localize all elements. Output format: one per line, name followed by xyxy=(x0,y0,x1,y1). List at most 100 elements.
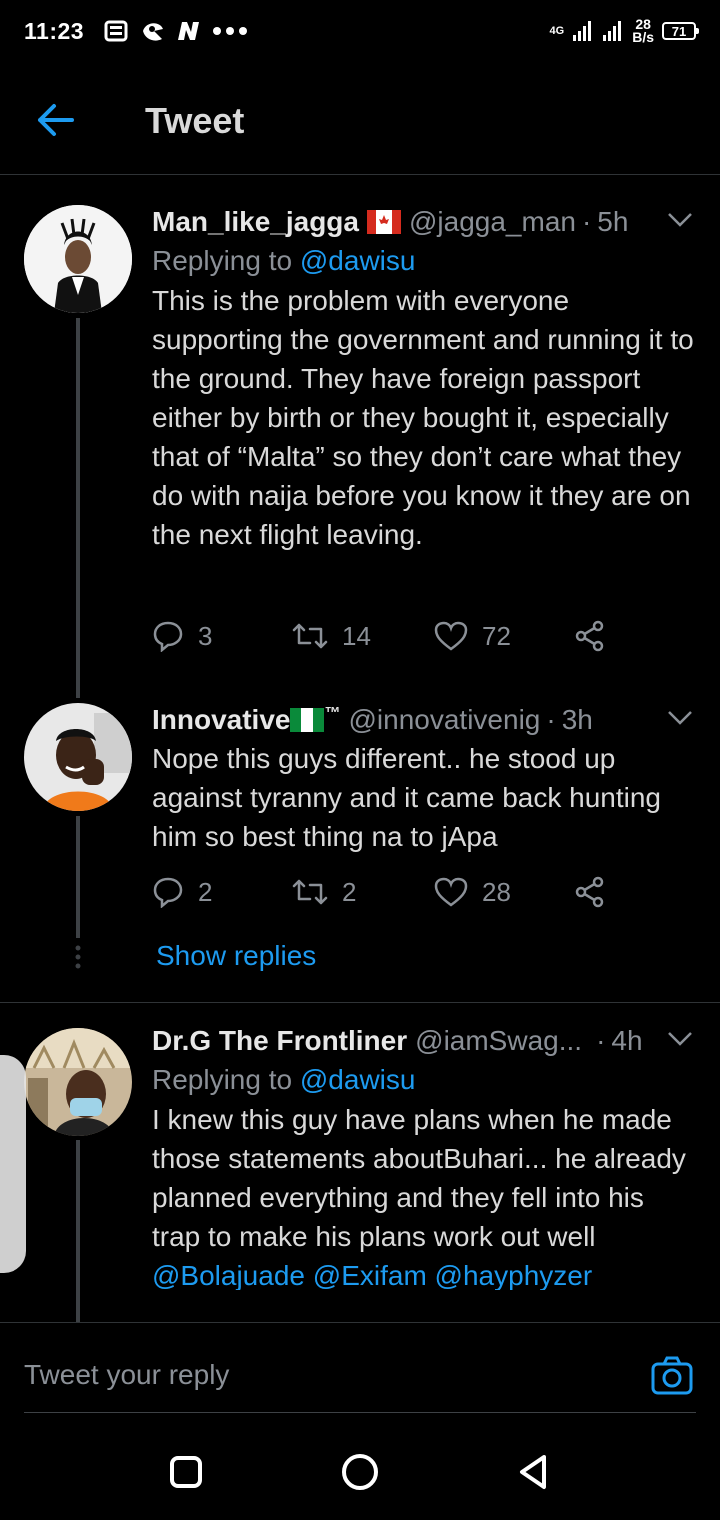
user-handle: @innovativenig xyxy=(348,704,541,735)
more-notifications-icon xyxy=(213,27,248,35)
separator-dot: · xyxy=(581,206,592,237)
user-name[interactable]: Innovative xyxy=(152,704,290,736)
tweet-time: 3h xyxy=(561,704,593,735)
separator-dot: · xyxy=(546,704,556,735)
heart-icon xyxy=(434,877,468,907)
app-header: Tweet xyxy=(0,62,720,175)
reply-count: 2 xyxy=(198,876,213,907)
n-logo-icon xyxy=(178,22,200,40)
thread-continuation-dots xyxy=(74,945,82,976)
home-icon[interactable] xyxy=(340,1452,380,1492)
retweet-icon xyxy=(292,879,328,905)
user-handle: @iamSwag... xyxy=(415,1025,583,1056)
thread-line xyxy=(76,1140,80,1330)
avatar-image xyxy=(24,205,132,313)
like-count: 72 xyxy=(482,620,511,651)
user-name[interactable]: Dr.G The Frontliner xyxy=(152,1025,407,1057)
share-button[interactable] xyxy=(574,620,606,652)
battery-icon: 71 xyxy=(662,22,699,40)
tweet-meta: Dr.G The Frontliner @iamSwag... · 4h xyxy=(152,1024,697,1058)
replying-prefix: Replying to xyxy=(152,1064,300,1095)
status-time: 11:23 xyxy=(24,17,85,44)
recents-icon[interactable] xyxy=(166,1452,206,1492)
divider xyxy=(0,1002,720,1003)
chevron-down-icon[interactable] xyxy=(667,709,693,727)
app-notification-icon xyxy=(143,23,164,41)
signal-icon-2 xyxy=(603,21,622,41)
avatar[interactable] xyxy=(24,205,132,313)
status-bar: 11:23 4G 28 B/s 71 xyxy=(0,0,720,62)
camera-icon[interactable] xyxy=(651,1356,693,1396)
avatar-image xyxy=(24,703,132,811)
separator-dot: · xyxy=(596,1025,606,1056)
retweet-icon xyxy=(292,623,328,649)
replying-to: Replying to @dawisu xyxy=(152,1064,697,1096)
net-speed-unit: B/s xyxy=(632,29,654,45)
tweet-text-content: I knew this guy have plans when he made … xyxy=(152,1104,686,1252)
trademark-symbol: ™ xyxy=(324,705,341,722)
tweet-content: Man_like_jagga @jagga_man · 5h Replying … xyxy=(152,205,697,554)
battery-level: 71 xyxy=(671,23,687,39)
net-speed: 28 B/s xyxy=(632,17,654,45)
reply-input-underline xyxy=(24,1412,696,1413)
like-button[interactable]: 72 xyxy=(434,621,574,652)
retweet-button[interactable]: 14 xyxy=(292,621,434,652)
replying-to-link[interactable]: @dawisu xyxy=(300,1064,416,1095)
reply-count: 3 xyxy=(198,620,213,651)
avatar-image xyxy=(24,1028,132,1136)
reply-button[interactable]: 2 xyxy=(152,876,292,908)
replying-to-link[interactable]: @dawisu xyxy=(300,245,416,276)
status-right: 4G 28 B/s 71 xyxy=(549,17,699,45)
replying-to: Replying to @dawisu xyxy=(152,245,697,277)
news-icon xyxy=(104,20,128,42)
mention-link[interactable]: @hayphyzer xyxy=(435,1260,593,1290)
chevron-down-icon[interactable] xyxy=(667,211,693,229)
mention-link[interactable]: @Bolajuade xyxy=(152,1260,305,1290)
reply-button[interactable]: 3 xyxy=(152,620,292,652)
share-icon xyxy=(575,876,604,908)
like-button[interactable]: 28 xyxy=(434,877,574,908)
canada-flag-icon xyxy=(366,210,401,234)
reply-icon xyxy=(153,877,183,908)
tweet-content: Innovative ™ @innovativenig · 3h Nope th… xyxy=(152,703,697,856)
nigeria-flag-icon xyxy=(290,708,325,732)
page-title: Tweet xyxy=(145,100,245,141)
reply-input[interactable]: Tweet your reply xyxy=(24,1359,229,1391)
thread-line xyxy=(76,318,80,698)
tweet-text: This is the problem with everyone suppor… xyxy=(152,285,694,550)
tweet-actions: 2 2 28 xyxy=(152,876,606,908)
tweet-content: Dr.G The Frontliner @iamSwag... · 4h Rep… xyxy=(152,1024,697,1290)
avatar[interactable] xyxy=(24,1028,132,1136)
heart-icon xyxy=(434,621,468,651)
back-nav-icon[interactable] xyxy=(514,1452,554,1492)
show-replies-link[interactable]: Show replies xyxy=(156,940,316,972)
tweet-meta: Innovative ™ @innovativenig · 3h xyxy=(152,703,697,737)
tweet-text: Nope this guys different.. he stood up a… xyxy=(152,743,661,852)
retweet-count: 14 xyxy=(342,620,371,651)
user-handle: @jagga_man xyxy=(408,206,576,237)
reply-bar: Tweet your reply xyxy=(0,1322,720,1414)
tweet-time: 5h xyxy=(597,206,629,237)
reply-icon xyxy=(153,621,183,652)
avatar[interactable] xyxy=(24,703,132,811)
network-type: 4G xyxy=(549,24,565,37)
tweet-text: I knew this guy have plans when he made … xyxy=(152,1100,697,1290)
tweet-actions: 3 14 72 xyxy=(152,620,606,652)
signal-icon xyxy=(573,21,592,41)
tweet-time: 4h xyxy=(611,1025,643,1056)
share-icon xyxy=(575,620,604,652)
mention-link[interactable]: @Exifam xyxy=(313,1260,427,1290)
replying-prefix: Replying to xyxy=(152,245,300,276)
retweet-count: 2 xyxy=(342,876,357,907)
tweet-meta: Man_like_jagga @jagga_man · 5h xyxy=(152,205,697,239)
chevron-down-icon[interactable] xyxy=(667,1030,693,1048)
user-name[interactable]: Man_like_jagga xyxy=(152,206,359,238)
edge-panel-handle[interactable] xyxy=(0,1055,26,1273)
retweet-button[interactable]: 2 xyxy=(292,877,434,908)
notification-icons xyxy=(104,19,248,43)
arrow-left-icon[interactable] xyxy=(36,102,76,138)
system-navigation-bar xyxy=(0,1420,720,1520)
thread-line xyxy=(76,816,80,938)
like-count: 28 xyxy=(482,876,511,907)
share-button[interactable] xyxy=(574,876,606,908)
